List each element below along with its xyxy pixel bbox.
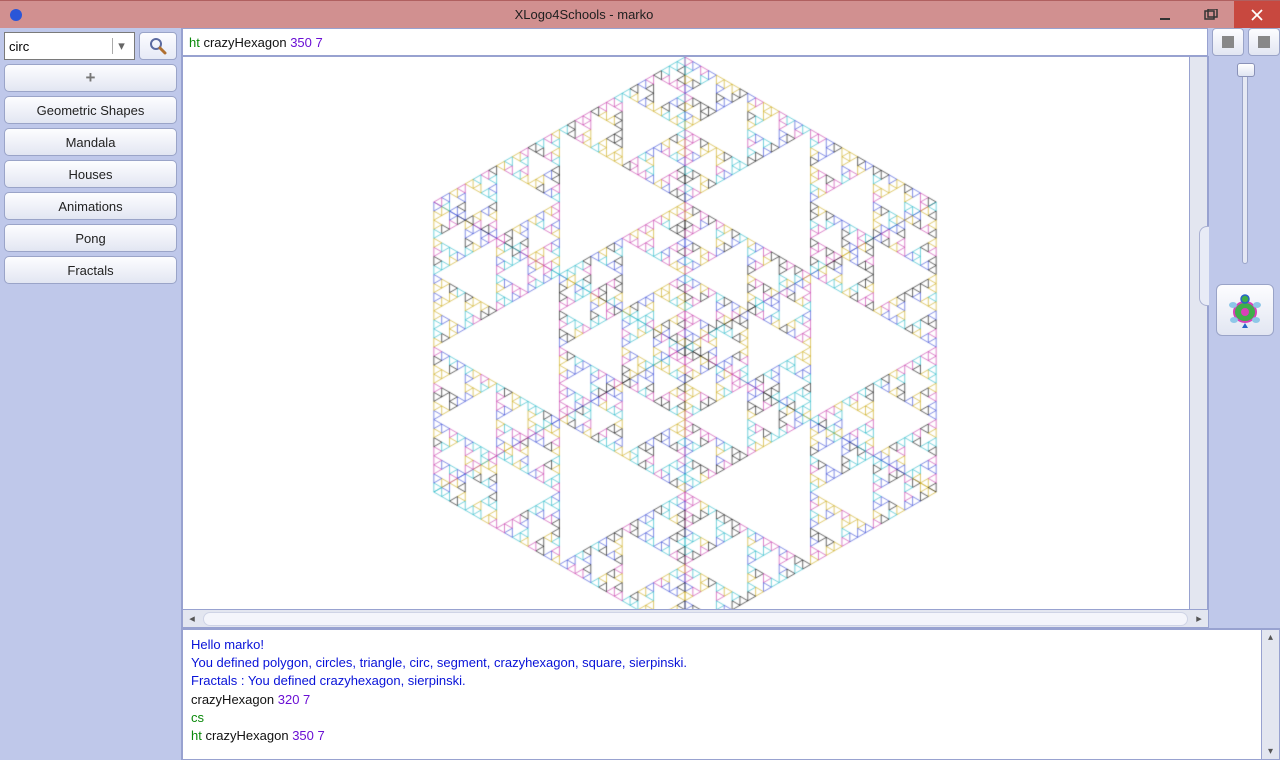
chevron-down-icon: ▾: [112, 38, 130, 54]
maximize-button[interactable]: [1188, 1, 1234, 28]
sidebar: circ ▾ + Geometric Shapes Mandala Houses An…: [0, 28, 182, 760]
cmd-args: 350 7: [290, 35, 323, 50]
console-scrollbar[interactable]: ▴ ▾: [1262, 629, 1280, 760]
magnifier-icon: [149, 37, 167, 55]
search-button[interactable]: [139, 32, 177, 60]
scroll-right-icon: ▸: [1190, 612, 1208, 625]
category-button[interactable]: Houses: [4, 160, 177, 188]
console-line: ht crazyHexagon 350 7: [191, 727, 1253, 745]
procedure-combo[interactable]: circ ▾: [4, 32, 135, 60]
scroll-left-icon: ◂: [183, 612, 201, 625]
command-input[interactable]: ht crazyHexagon 350 7: [182, 28, 1208, 56]
secondary-tool-button[interactable]: [1248, 28, 1280, 56]
combo-value: circ: [9, 39, 29, 54]
minimize-button[interactable]: [1142, 1, 1188, 28]
category-button[interactable]: Fractals: [4, 256, 177, 284]
square-icon: [1258, 36, 1270, 48]
turtle-button[interactable]: [1216, 284, 1274, 336]
console-line: cs: [191, 709, 1253, 727]
speed-slider[interactable]: [1242, 64, 1248, 264]
window-title: XLogo4Schools - marko: [26, 7, 1142, 22]
turtle-icon: [1225, 290, 1265, 330]
scroll-up-icon: ▴: [1268, 632, 1273, 643]
canvas-vertical-scrollbar[interactable]: [1190, 56, 1208, 610]
console-output[interactable]: Hello marko!You defined polygon, circles…: [182, 629, 1262, 760]
stop-button[interactable]: [1212, 28, 1244, 56]
category-button[interactable]: Mandala: [4, 128, 177, 156]
command-bar: ht crazyHexagon 350 7: [182, 28, 1280, 56]
side-toolbar: [1208, 56, 1280, 628]
canvas-horizontal-scrollbar[interactable]: ◂ ▸: [182, 610, 1208, 628]
drawing-canvas[interactable]: [182, 56, 1190, 610]
console-line: You defined polygon, circles, triangle, …: [191, 654, 1253, 672]
scroll-track[interactable]: [203, 612, 1188, 626]
category-button[interactable]: Pong: [4, 224, 177, 252]
app-icon: [6, 5, 26, 25]
slider-thumb[interactable]: [1237, 63, 1255, 77]
stop-icon: [1222, 36, 1234, 48]
console-line: Hello marko!: [191, 636, 1253, 654]
console-line: crazyHexagon 320 7: [191, 691, 1253, 709]
cmd-keyword: ht: [189, 35, 200, 50]
scroll-down-icon: ▾: [1268, 746, 1273, 757]
category-button[interactable]: Animations: [4, 192, 177, 220]
panel-handle[interactable]: [1199, 226, 1209, 306]
console-line: Fractals : You defined crazyhexagon, sie…: [191, 672, 1253, 690]
add-category-button[interactable]: +: [4, 64, 177, 92]
category-button[interactable]: Geometric Shapes: [4, 96, 177, 124]
close-button[interactable]: [1234, 1, 1280, 28]
cmd-name: crazyHexagon: [203, 35, 286, 50]
titlebar: XLogo4Schools - marko: [0, 0, 1280, 28]
